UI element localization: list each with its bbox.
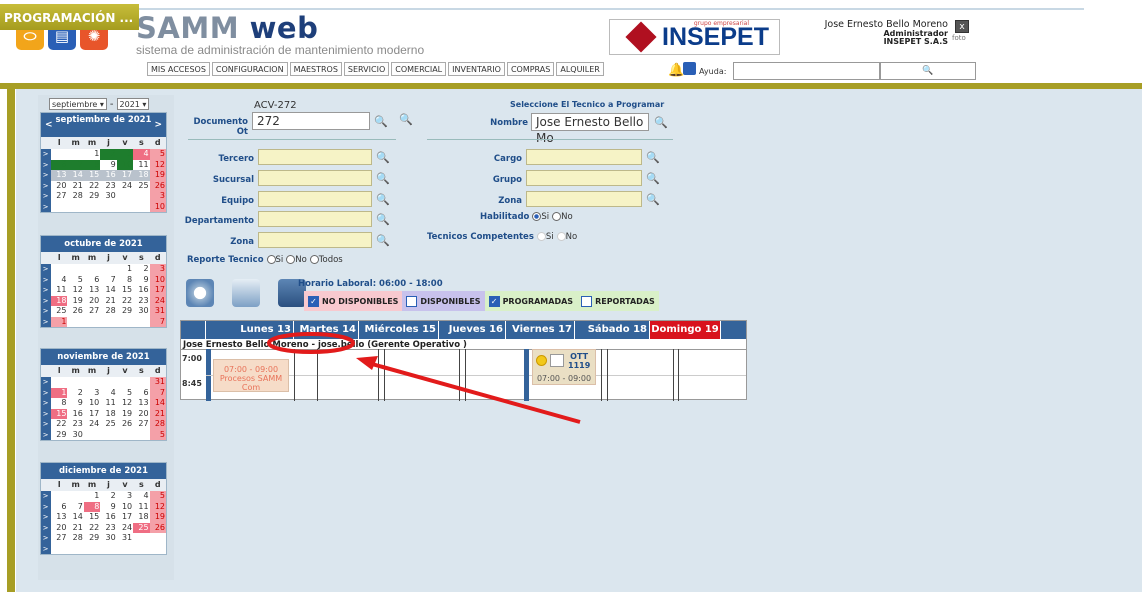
annotation-overlay [267,332,581,424]
highlight-ellipse [267,332,355,354]
arrow-head [356,356,378,370]
highlight-arrow [371,362,581,424]
